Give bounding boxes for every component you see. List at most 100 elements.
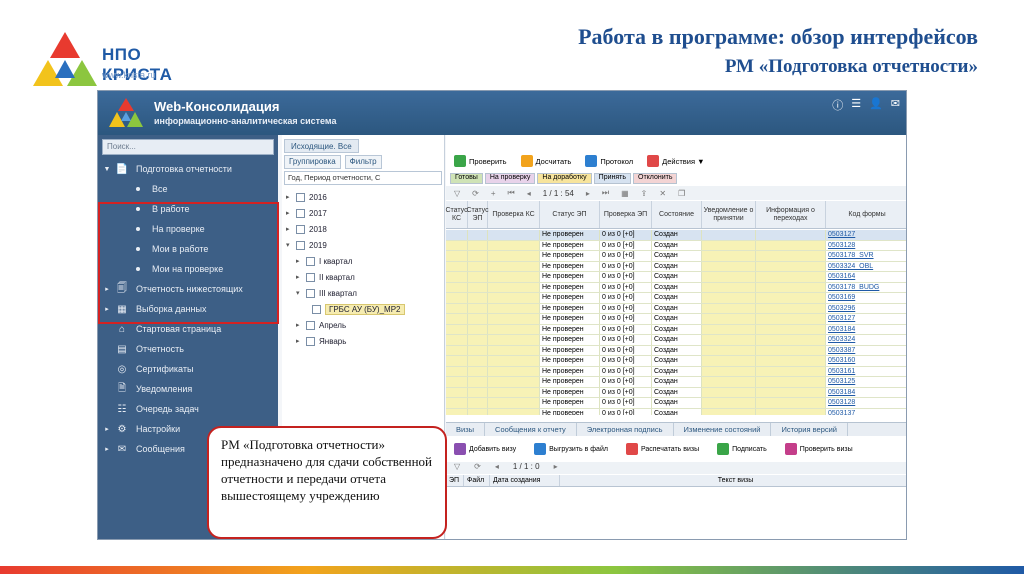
table-row[interactable]: Не проверен 0 из 0 [+0] Создан 0503125: [446, 377, 906, 388]
next-page-icon[interactable]: ▸: [554, 462, 558, 474]
sidebar-item-queue[interactable]: ☷ Очередь задач: [98, 399, 278, 419]
check-button[interactable]: Проверить: [450, 154, 511, 168]
table-row[interactable]: Не проверен 0 из 0 [+0] Создан 0503127: [446, 314, 906, 325]
column-header[interactable]: ЭП: [446, 475, 464, 486]
table-row[interactable]: Не проверен 0 из 0 [+0] Создан 0503128: [446, 240, 906, 251]
status-tab-rework[interactable]: На доработку: [537, 173, 592, 184]
tree-node-selected[interactable]: ГРБС АУ (БУ)_МР2: [286, 301, 442, 317]
refresh-icon[interactable]: ⟳: [474, 462, 481, 474]
table-row[interactable]: Не проверен 0 из 0 [+0] Создан 0503164: [446, 272, 906, 283]
table-row[interactable]: Не проверен 0 из 0 [+0] Создан 0503324: [446, 335, 906, 346]
tree-node[interactable]: ▸ 2016: [286, 189, 442, 205]
status-tab-to-check[interactable]: На проверку: [484, 173, 536, 184]
last-page-icon[interactable]: ⏭: [602, 188, 609, 198]
form-code-link[interactable]: 0503184: [826, 325, 906, 335]
form-code-link[interactable]: 0503164: [826, 272, 906, 282]
tree-node[interactable]: ▾ 2019: [286, 237, 442, 253]
form-code-link[interactable]: 0503324: [826, 335, 906, 345]
form-code-link[interactable]: 0503178_SVR: [826, 251, 906, 261]
table-row[interactable]: Не проверен 0 из 0 [+0] Создан 0503184: [446, 387, 906, 398]
table-row[interactable]: Не проверен 0 из 0 [+0] Создан 0503184: [446, 324, 906, 335]
add-icon[interactable]: +: [491, 189, 496, 198]
table-row[interactable]: Не проверен 0 из 0 [+0] Создан 0503169: [446, 293, 906, 304]
tab-version-history[interactable]: История версий: [771, 423, 848, 436]
info-icon[interactable]: ⓘ: [832, 97, 843, 113]
list-icon[interactable]: ☰: [851, 97, 861, 113]
columns-icon[interactable]: ▦: [621, 189, 629, 198]
tab-messages[interactable]: Сообщения к отчету: [485, 423, 577, 436]
filter-icon[interactable]: ▽: [454, 462, 460, 474]
checkbox[interactable]: [296, 240, 305, 250]
first-page-icon[interactable]: ⏮: [508, 188, 515, 198]
table-row[interactable]: Не проверен 0 из 0 [+0] Создан 0503387: [446, 345, 906, 356]
tree-node[interactable]: ▸ II квартал: [286, 269, 442, 285]
form-code-link[interactable]: 0503161: [826, 367, 906, 377]
column-header[interactable]: Состояние: [652, 201, 702, 228]
user-icon[interactable]: 👤: [869, 97, 883, 113]
sidebar-sub-my-check[interactable]: Мои на проверке: [98, 259, 278, 279]
form-code-link[interactable]: 0503125: [826, 377, 906, 387]
tree-node[interactable]: ▸ Апрель: [286, 317, 442, 333]
status-tab-ready[interactable]: Готовы: [450, 173, 483, 184]
tree-node[interactable]: ▸ 2017: [286, 205, 442, 221]
table-row[interactable]: Не проверен 0 из 0 [+0] Создан 0503161: [446, 366, 906, 377]
actions-button[interactable]: Действия ▼: [643, 154, 708, 168]
checkbox[interactable]: [306, 288, 315, 298]
next-page-icon[interactable]: ▸: [586, 189, 590, 198]
table-row[interactable]: Не проверен 0 из 0 [+0] Создан 0503160: [446, 356, 906, 367]
sidebar-sub-my-work[interactable]: Мои в работе: [98, 239, 278, 259]
form-code-link[interactable]: 0503178_BUDG: [826, 283, 906, 293]
filter-icon[interactable]: ▽: [454, 189, 460, 198]
refresh-icon[interactable]: ⟳: [472, 189, 479, 198]
table-row[interactable]: Не проверен 0 из 0 [+0] Создан 0503127: [446, 230, 906, 241]
grouping-field[interactable]: Год, Период отчетности, С: [284, 171, 442, 185]
excel-icon[interactable]: ✕: [659, 189, 666, 198]
sign-button[interactable]: Подписать: [713, 442, 771, 456]
tab-e-signature[interactable]: Электронная подпись: [577, 423, 674, 436]
sidebar-item-notifications[interactable]: 🗎 Уведомления: [98, 379, 278, 399]
form-code-link[interactable]: 0503137: [826, 409, 906, 416]
recalc-button[interactable]: Досчитать: [517, 154, 576, 168]
tab-outgoing-all[interactable]: Исходящие. Все: [284, 139, 359, 153]
sidebar-item-subordinate[interactable]: ▸ 🗐 Отчетность нижестоящих: [98, 279, 278, 299]
export-file-button[interactable]: Выгрузить в файл: [530, 442, 612, 456]
tree-node[interactable]: ▾ III квартал: [286, 285, 442, 301]
sidebar-sub-on-check[interactable]: На проверке: [98, 219, 278, 239]
table-row[interactable]: Не проверен 0 из 0 [+0] Создан 0503296: [446, 303, 906, 314]
tab-visas[interactable]: Визы: [446, 423, 486, 436]
column-header[interactable]: Статус КС: [445, 201, 468, 228]
column-header[interactable]: Код формы: [826, 201, 906, 228]
column-header[interactable]: Файл: [464, 475, 490, 486]
sidebar-item-home[interactable]: ⌂ Стартовая страница: [98, 319, 278, 339]
checkbox[interactable]: [306, 256, 315, 266]
column-header[interactable]: Проверка КС: [488, 201, 540, 228]
form-code-link[interactable]: 0503127: [826, 314, 906, 324]
print-visas-button[interactable]: Распечатать визы: [622, 442, 703, 456]
status-tab-reject[interactable]: Отклонить: [633, 173, 678, 184]
form-code-link[interactable]: 0503184: [826, 388, 906, 398]
sidebar-sub-in-work[interactable]: В работе: [98, 199, 278, 219]
search-input[interactable]: Поиск...: [102, 139, 274, 155]
column-header[interactable]: Дата создания: [490, 475, 560, 486]
form-code-link[interactable]: 0503324_OBL: [826, 262, 906, 272]
checkbox[interactable]: [306, 320, 315, 330]
column-header[interactable]: Уведомление о принятии: [702, 201, 756, 228]
tab-filter[interactable]: Фильтр: [344, 155, 382, 169]
form-code-link[interactable]: 0503296: [826, 304, 906, 314]
checkbox[interactable]: [296, 192, 305, 202]
sidebar-sub-all[interactable]: Все: [98, 179, 278, 199]
column-header[interactable]: Информация о переходах: [756, 201, 826, 228]
sidebar-item-prep[interactable]: ▼ 📄 Подготовка отчетности: [98, 159, 278, 179]
sidebar-item-data-select[interactable]: ▸ ▦ Выборка данных: [98, 299, 278, 319]
form-code-link[interactable]: 0503169: [826, 293, 906, 303]
add-visa-button[interactable]: Добавить визу: [450, 442, 520, 456]
column-header[interactable]: Проверка ЭП: [600, 201, 652, 228]
table-row[interactable]: Не проверен 0 из 0 [+0] Создан 0503178_BUDG: [446, 282, 906, 293]
prev-page-icon[interactable]: ◂: [495, 462, 499, 474]
tab-grouping[interactable]: Группировка: [284, 155, 341, 169]
checkbox[interactable]: [306, 272, 315, 282]
table-row[interactable]: Не проверен 0 из 0 [+0] Создан 0503137: [446, 408, 906, 416]
column-header[interactable]: Текст визы: [560, 475, 906, 486]
form-code-link[interactable]: 0503128: [826, 398, 906, 408]
form-code-link[interactable]: 0503387: [826, 346, 906, 356]
